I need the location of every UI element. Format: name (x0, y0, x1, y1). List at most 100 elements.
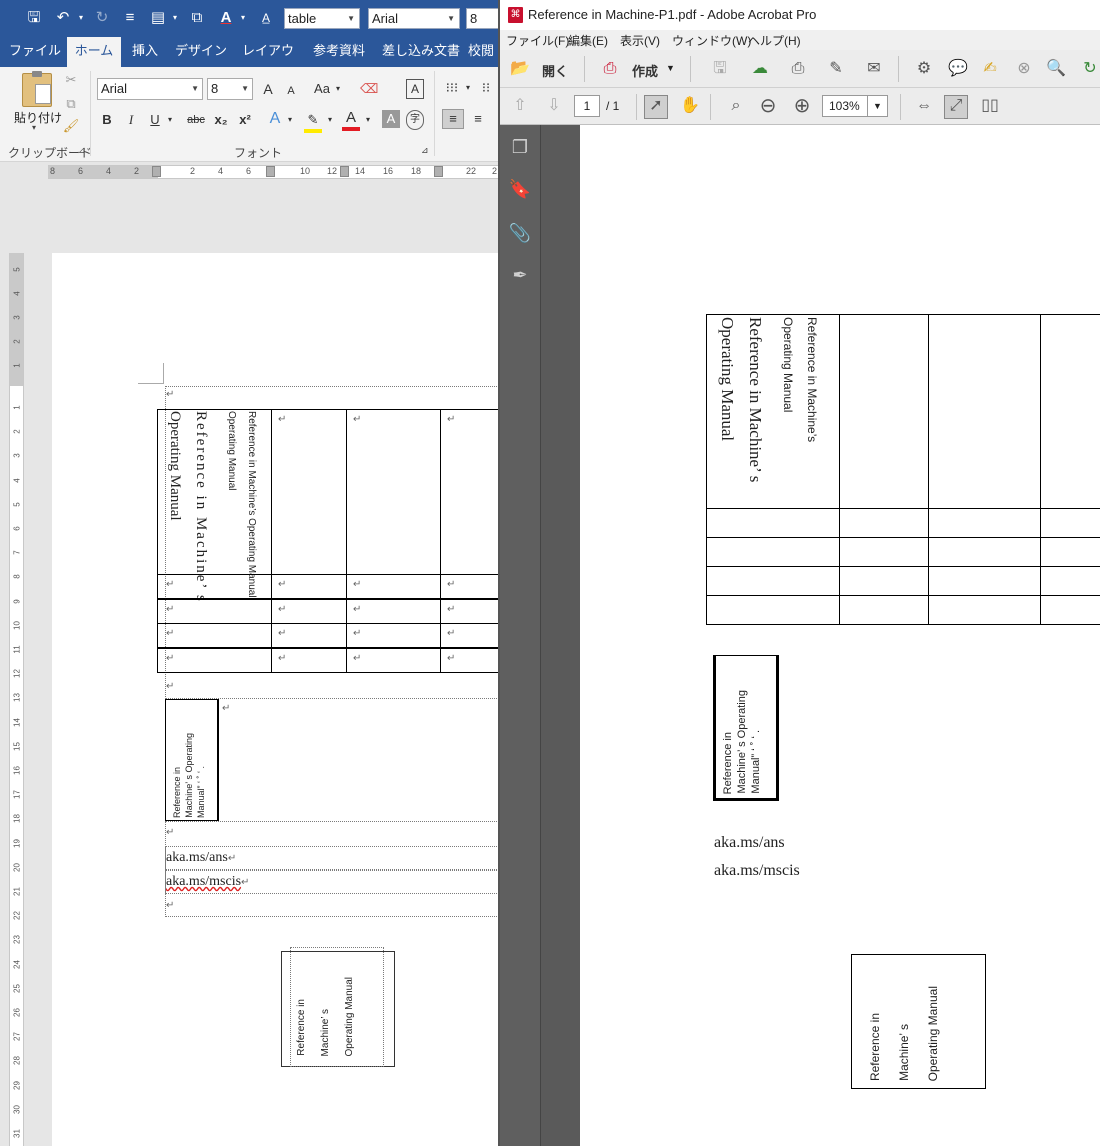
style-combo[interactable]: table ▼ (284, 8, 360, 29)
format-painter-icon[interactable]: 🖌 (62, 117, 80, 135)
print-icon[interactable]: ⎙ (786, 59, 810, 79)
attachments-icon[interactable]: 📎 (508, 221, 532, 245)
enclosed-character-icon[interactable]: 字 (406, 110, 424, 130)
change-case-icon[interactable]: Aa (312, 80, 332, 98)
table-cell[interactable]: Reference in Machine’s Operating Manual … (157, 409, 272, 603)
settings-gear-icon[interactable]: ⚙ (912, 59, 936, 79)
ruler-column-marker[interactable] (152, 166, 161, 177)
bookmarks-icon[interactable]: 🔖 (508, 177, 532, 201)
link-ans[interactable]: aka.ms/ans↵ (166, 850, 236, 866)
shrink-font-icon[interactable]: A (284, 82, 298, 100)
redo-icon[interactable]: ↻ (92, 6, 112, 30)
chevron-down-icon[interactable]: ▾ (464, 79, 472, 97)
vertical-ruler[interactable]: 5 4 3 2 1 1 2 3 4 5 6 7 8 9 10 11 12 13 14 15 16 17 18 19 20 21 22… (9, 253, 24, 1146)
table-cell[interactable]: ↵ (440, 623, 498, 648)
numbering-icon[interactable]: ⁝⁝ (476, 79, 496, 97)
pdf-link-ans[interactable]: aka.ms/ans (714, 834, 785, 852)
comment-icon[interactable]: 💬 (946, 59, 970, 79)
hand-tool-icon[interactable]: ✋ (678, 96, 702, 116)
table-cell[interactable]: ↵ (271, 623, 347, 648)
highlight-text-icon[interactable]: ✍ (978, 59, 1002, 79)
text-box-rotated[interactable]: Reference in Machine’ s Operating Manual” … (165, 699, 219, 821)
fit-page-icon[interactable]: ⤢ (944, 95, 968, 119)
table-cell[interactable]: ↵ (157, 598, 272, 624)
undo-icon[interactable]: ↶ (52, 6, 74, 30)
paste-dropdown-icon[interactable]: ▾ (32, 123, 36, 132)
create-button[interactable]: 作成 (632, 61, 658, 80)
horizontal-ruler[interactable]: 8 6 4 2 2 4 6 10 12 14 16 18 22 2 (0, 162, 498, 182)
chevron-down-icon[interactable]: ▾ (166, 111, 174, 129)
bullets-icon[interactable]: ⁝⁝⁝ (442, 79, 462, 97)
table-cell[interactable]: ↵ (157, 623, 272, 648)
previous-page-icon[interactable]: ⇧ (508, 96, 532, 116)
email-icon[interactable]: ✉ (862, 59, 886, 79)
format-painter-qat-icon[interactable]: ≡ (120, 6, 140, 30)
menu-edit[interactable]: 編集(E) (568, 32, 608, 49)
text-effects-icon[interactable]: A (266, 110, 284, 128)
table-cell[interactable]: ↵ (157, 647, 272, 673)
page-number-input[interactable]: 1 (574, 95, 600, 117)
tab-mailings[interactable]: 差し込み文書 (378, 37, 464, 67)
table-cell[interactable]: ↵ (271, 647, 347, 673)
character-shading-icon[interactable]: A (382, 110, 400, 128)
clear-format-icon[interactable]: A̲ (256, 6, 276, 30)
paste-icon[interactable] (22, 71, 52, 107)
qat-dropdown-icon[interactable]: ▾ (170, 6, 180, 30)
italic-button[interactable]: I (124, 111, 138, 129)
align-left-icon[interactable]: ≡ (442, 109, 464, 129)
chevron-down-icon[interactable]: ▼ (666, 63, 675, 73)
save-icon[interactable]: 🖫 (24, 6, 44, 30)
table-cell[interactable]: ↵ (271, 574, 347, 599)
table-cell[interactable]: ↵ (440, 598, 498, 624)
tab-insert[interactable]: 挿入 (124, 37, 166, 67)
fit-width-icon[interactable]: ⇔ (912, 96, 936, 116)
character-border-icon[interactable]: A (406, 79, 424, 99)
table-cell[interactable]: ↵ (271, 598, 347, 624)
next-page-icon[interactable]: ⇩ (542, 96, 566, 116)
font-launcher-icon[interactable]: ⊿ (421, 145, 429, 156)
two-page-view-icon[interactable]: ▯▯ (978, 96, 1002, 116)
zoom-combo[interactable]: 103% ▼ (822, 95, 888, 117)
ruler-column-marker[interactable] (434, 166, 443, 177)
menu-help[interactable]: ヘルプ(H) (748, 32, 801, 49)
table-cell[interactable]: ↵ (346, 598, 441, 624)
marquee-zoom-icon[interactable]: ⌕ (724, 96, 748, 116)
highlight-icon[interactable]: ✎ (304, 111, 322, 133)
tab-layout[interactable]: レイアウト (236, 37, 300, 86)
undo-dropdown-icon[interactable]: ▾ (76, 6, 86, 30)
save-icon[interactable]: 🖫 (708, 59, 732, 79)
tab-home[interactable]: ホーム (67, 37, 121, 67)
tab-file[interactable]: ファイル (8, 37, 62, 67)
strikethrough-button[interactable]: abc (184, 111, 208, 129)
document-icon[interactable]: ▤ (148, 6, 168, 30)
grow-font-icon[interactable]: A (260, 80, 276, 98)
select-tool-icon[interactable]: ➚ (644, 95, 668, 119)
table-cell[interactable]: ↵ (346, 409, 441, 575)
chevron-down-icon[interactable]: ▼ (867, 96, 887, 116)
tab-references[interactable]: 参考資料 (306, 37, 372, 67)
font-size-combo[interactable]: 8 ▼ (207, 78, 253, 100)
table-cell[interactable]: ↵ (346, 647, 441, 673)
text-box-3[interactable]: Reference in Machine’ s Operating Manual (281, 947, 395, 1067)
table-cell[interactable]: ↵ (440, 647, 498, 673)
create-pdf-icon[interactable]: ⎙ (598, 59, 622, 79)
menu-view[interactable]: 表示(V) (620, 32, 660, 49)
pages-panel-icon[interactable]: ❐ (508, 135, 532, 159)
copy-icon[interactable]: ⧉ (62, 95, 80, 113)
qat-font-combo[interactable]: Arial ▼ (368, 8, 460, 29)
table-cell[interactable]: ↵ (346, 623, 441, 648)
table-cell[interactable]: ↵ (346, 574, 441, 599)
open-button[interactable]: 開く (542, 61, 568, 80)
paste-label[interactable]: 貼り付け (14, 109, 62, 126)
underline-button[interactable]: U (148, 111, 162, 129)
superscript-button[interactable]: x² (236, 111, 254, 129)
chevron-down-icon[interactable]: ▾ (334, 80, 342, 98)
delete-page-icon[interactable]: ⊗ (1012, 59, 1036, 79)
subscript-button[interactable]: x₂ (212, 111, 230, 129)
export-icon[interactable]: ↻ (1078, 59, 1100, 79)
link-mscis[interactable]: aka.ms/mscis↵ (166, 874, 249, 890)
zoom-out-icon[interactable]: ⊖ (756, 96, 780, 116)
qat-size-combo[interactable]: 8 (466, 8, 498, 29)
pdf-link-mscis[interactable]: aka.ms/mscis (714, 862, 800, 880)
chevron-down-icon[interactable]: ▾ (326, 111, 334, 129)
